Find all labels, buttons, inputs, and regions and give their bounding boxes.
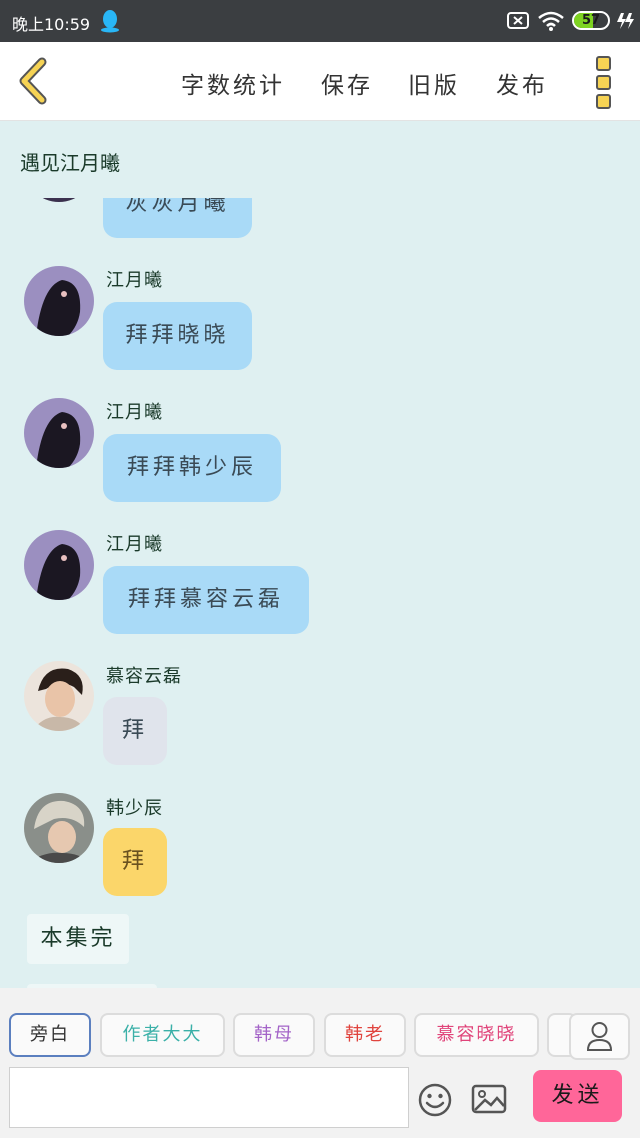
message-bubble: 拜拜慕容云磊 (103, 566, 309, 634)
avatar[interactable] (24, 661, 94, 731)
image-icon[interactable] (471, 1083, 507, 1115)
back-chevron-icon[interactable] (14, 56, 54, 106)
message-bubble: 拜拜晓晓 (103, 302, 252, 370)
save-button[interactable]: 保存 (321, 66, 373, 100)
composer-panel: 旁白 作者大大 韩母 韩老 慕容晓晓 发送 (0, 988, 640, 1138)
role-chip-narrator[interactable]: 旁白 (9, 1013, 91, 1057)
word-count-button[interactable]: 字数统计 (181, 66, 285, 100)
emoji-icon[interactable] (417, 1082, 453, 1118)
avatar[interactable] (24, 198, 94, 202)
role-chip-murong-xiaoxiao[interactable]: 慕容晓晓 (414, 1013, 539, 1057)
battery-level: 57 (581, 13, 601, 28)
avatar[interactable] (24, 530, 94, 600)
more-menu-icon[interactable] (596, 56, 614, 109)
sender-name: 江月曦 (106, 270, 163, 291)
status-time: 晚上10:59 (12, 15, 91, 34)
role-label: 韩老 (345, 1024, 385, 1045)
top-toolbar: 字数统计 保存 旧版 发布 (0, 42, 640, 121)
sender-name: 慕容云磊 (106, 666, 182, 687)
avatar[interactable] (24, 266, 94, 336)
episode-end-label: 本集完 (27, 914, 129, 964)
charging-icon (617, 13, 634, 29)
sender-name: 江月曦 (106, 534, 163, 555)
role-chip-han-mother[interactable]: 韩母 (233, 1013, 315, 1057)
battery-icon: 57 (572, 11, 610, 30)
chat-title: 遇见江月曦 (20, 151, 120, 175)
role-chip-han-elder[interactable]: 韩老 (324, 1013, 406, 1057)
sender-name: 江月曦 (106, 402, 163, 423)
message-bubble: 灰灰月曦 (103, 198, 252, 238)
message-list[interactable]: 灰灰月曦 江月曦 拜拜晓晓 江月曦 拜拜韩少辰 江月曦 拜拜慕容云磊 慕容云磊 … (0, 198, 640, 988)
role-label: 作者大大 (122, 1024, 203, 1045)
old-version-button[interactable]: 旧版 (408, 66, 460, 100)
role-label: 韩母 (254, 1024, 294, 1045)
qq-icon (101, 10, 119, 33)
close-notification-icon (507, 12, 529, 29)
role-chip-author[interactable]: 作者大大 (100, 1013, 225, 1057)
publish-button[interactable]: 发布 (496, 66, 548, 100)
sender-name: 韩少辰 (106, 798, 163, 819)
avatar[interactable] (24, 398, 94, 468)
message-bubble: 拜 (103, 828, 167, 896)
status-bar: 晚上10:59 57 (0, 0, 640, 42)
message-bubble: 拜拜韩少辰 (103, 434, 281, 502)
send-button[interactable]: 发送 (533, 1070, 622, 1122)
wifi-icon (538, 11, 564, 31)
message-bubble: 拜 (103, 697, 167, 765)
message-input[interactable] (9, 1067, 409, 1128)
person-icon (586, 1022, 613, 1051)
avatar[interactable] (24, 793, 94, 863)
person-button[interactable] (569, 1013, 630, 1060)
role-label: 旁白 (30, 1024, 70, 1045)
role-label: 慕容晓晓 (436, 1024, 517, 1045)
